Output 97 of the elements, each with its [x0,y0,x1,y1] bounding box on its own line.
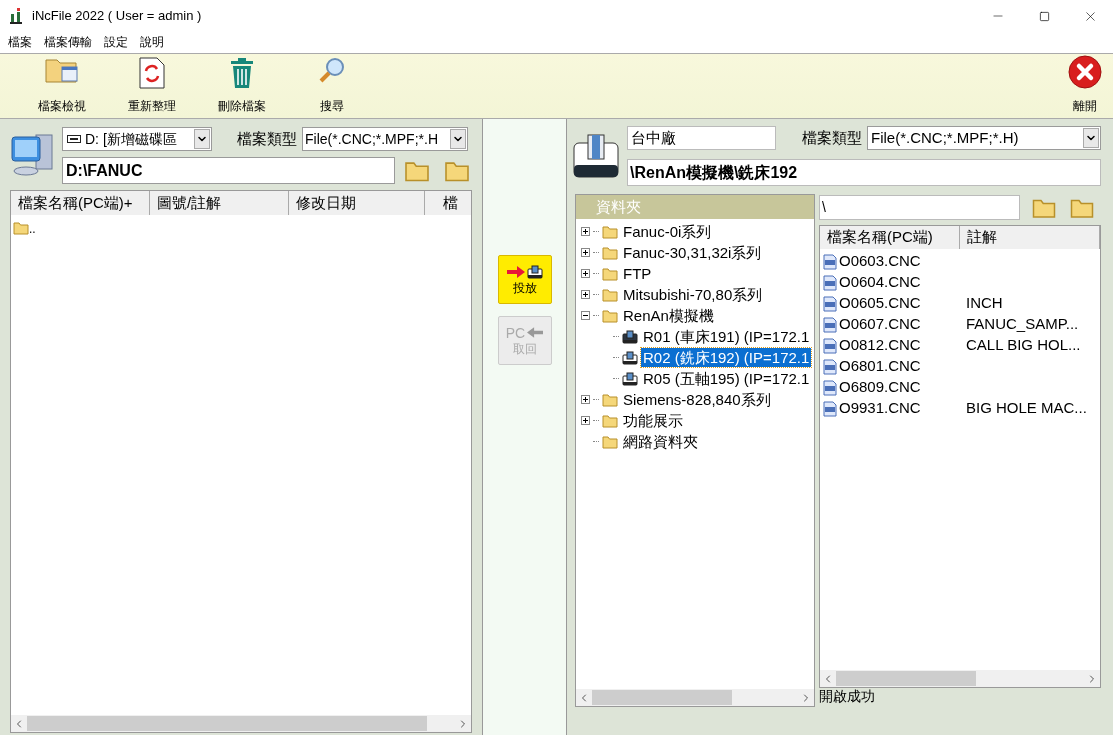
cnc-file-icon [823,274,837,291]
tree-item[interactable]: R02 (銑床192) (IP=172.1 [641,348,812,367]
expand-toggle[interactable] [581,269,590,278]
cnc-file-icon [823,295,837,312]
machine-icon [622,371,638,386]
folder-icon [602,287,618,302]
expand-toggle[interactable] [581,416,590,425]
trash-icon [230,57,254,89]
computer-icon [10,131,54,177]
path-field[interactable]: \RenAn模擬機\銑床192 [627,159,1101,186]
column-header[interactable]: 修改日期 [289,191,425,215]
menu-item[interactable]: 設定 [100,32,132,51]
file-comment: INCH [966,293,1003,314]
folder-icon [602,224,618,239]
file-type-dropdown[interactable]: File(*.CNC;*.MPF;*.H) [867,126,1101,150]
expand-toggle[interactable] [581,395,590,404]
tree-item[interactable]: Fanuc-30,31,32i系列 [621,243,764,262]
arrow-left-icon [527,327,544,338]
column-header[interactable]: 檔案名稱(PC端) [820,226,960,249]
file-comment: FANUC_SAMP... [966,314,1079,335]
cnc-file-icon [823,253,837,270]
drive-dropdown[interactable]: D: [新增磁碟區 [62,127,212,151]
column-header[interactable]: 註解 [960,226,1100,249]
refresh-document-icon [139,57,165,89]
maximize-icon [1038,10,1050,22]
menu-item[interactable]: 檔案 [4,32,36,51]
column-header[interactable]: 圖號/註解 [150,191,289,215]
cnc-file-icon [823,379,837,396]
arrow-right-icon [506,265,525,278]
tree-item[interactable]: RenAn模擬機 [621,306,716,325]
machine-icon [573,133,619,179]
tree-item[interactable]: FTP [621,264,654,283]
scrollbar-thumb[interactable] [592,690,732,705]
tree-item[interactable]: Fanuc-0i系列 [621,222,714,241]
menu-item[interactable]: 檔案傳輸 [40,32,96,51]
machine-icon [526,264,543,279]
expand-toggle[interactable] [581,227,590,236]
tree-item[interactable]: R05 (五軸195) (IP=172.1 [641,369,812,388]
path-field[interactable]: D:\FANUC [62,157,395,184]
file-name[interactable]: O6801.CNC [839,355,966,378]
tree-item[interactable]: R01 (車床191) (IP=172.1 [641,327,812,346]
machine-icon [622,350,638,365]
expand-toggle[interactable] [581,290,590,299]
folder-path-field[interactable]: \ [819,195,1020,220]
file-type-label: 檔案類型 [237,128,297,149]
toolbar-button[interactable]: 檔案檢視 [17,57,107,113]
horizontal-scrollbar[interactable] [576,689,814,706]
collapse-toggle[interactable] [581,311,590,320]
scrollbar-thumb[interactable] [836,671,976,686]
folder-icon [602,434,618,449]
app-icon [9,8,23,24]
tree-header: 資料夾 [576,195,814,219]
column-header[interactable]: 檔 [425,191,469,215]
tree-item[interactable]: 網路資料夾 [621,432,700,451]
lathe-icon [622,329,638,344]
file-name[interactable]: O9931.CNC [839,397,966,420]
toolbar-button[interactable]: 重新整理 [107,57,197,113]
file-comment: BIG HOLE MAC... [966,398,1087,419]
file-type-dropdown[interactable]: File(*.CNC;*.MPF;*.H [302,127,468,151]
send-button[interactable]: 投放 [497,255,552,304]
toolbar-button[interactable]: 刪除檔案 [197,57,287,113]
drive-icon [67,135,81,143]
search-icon [319,57,345,83]
file-name[interactable]: O0605.CNC [839,292,966,315]
folder-icon [602,245,618,260]
toolbar-button[interactable]: 搜尋 [287,57,377,113]
close-circle-icon [1068,55,1102,89]
menu-item[interactable]: 說明 [136,32,168,51]
tree-item[interactable]: 功能展示 [621,411,685,430]
file-name[interactable]: .. [29,223,36,235]
column-header[interactable]: 檔案名稱(PC端)+ [11,191,150,215]
cnc-file-icon [823,316,837,333]
folder-icon [602,392,618,407]
folder-icon [602,266,618,281]
tree-item[interactable]: Siemens-828,840系列 [621,390,773,409]
cnc-file-icon [823,358,837,375]
cnc-file-icon [823,337,837,354]
cnc-file-icon [823,400,837,417]
file-name[interactable]: O0604.CNC [839,271,966,294]
file-name[interactable]: O6809.CNC [839,376,966,399]
site-field[interactable]: 台中廠 [627,126,776,150]
file-name[interactable]: O0607.CNC [839,313,966,336]
tree-item[interactable]: Mitsubishi-70,80系列 [621,285,765,304]
status-text: 開啟成功 [819,688,876,705]
folder-icon [602,308,618,323]
horizontal-scrollbar[interactable] [820,670,1100,687]
folder-icon [602,413,618,428]
file-comment: CALL BIG HOL... [966,335,1081,356]
window-title: iNcFile 2022 ( User = admin ) [32,7,202,26]
file-name[interactable]: O0812.CNC [839,334,966,357]
expand-toggle[interactable] [581,248,590,257]
horizontal-scrollbar[interactable] [11,715,471,732]
exit-button[interactable]: 離開 [1063,55,1107,113]
file-type-label: 檔案類型 [802,127,862,148]
scrollbar-thumb[interactable] [27,716,427,731]
folder-document-icon [45,57,79,83]
file-name[interactable]: O0603.CNC [839,250,966,273]
